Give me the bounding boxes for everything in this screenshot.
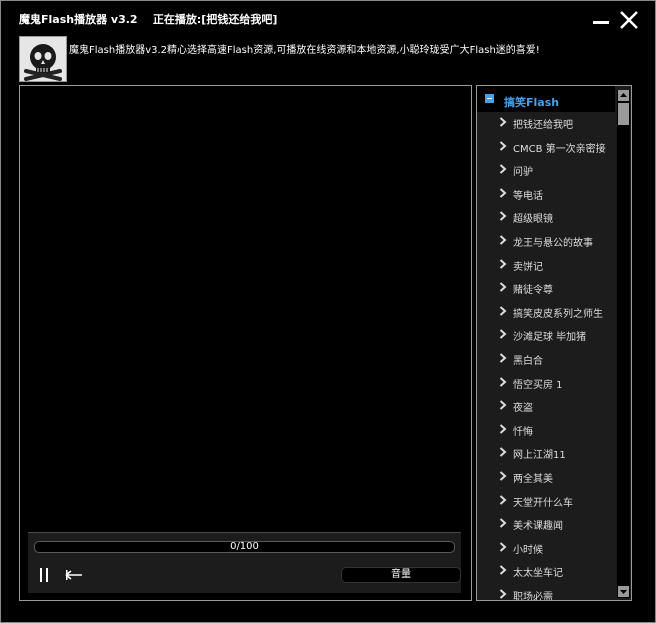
chevron-right-icon (499, 164, 507, 174)
playlist-item-label: 超级眼镜 (513, 214, 553, 226)
playlist-item-label: 黑白合 (513, 356, 543, 367)
chevron-right-icon (499, 306, 507, 316)
playlist-item-label: CMCB 第一次亲密接 (513, 143, 606, 155)
chevron-right-icon (499, 424, 507, 434)
playlist-item[interactable]: 问驴 (483, 159, 615, 181)
chevron-right-icon (499, 282, 507, 292)
progress-text: 0/100 (230, 541, 259, 552)
chevron-right-icon (499, 518, 507, 528)
playlist-item-label: 问驴 (513, 167, 533, 179)
playlist-item-label: 龙王与悬公的故事 (513, 238, 593, 249)
playlist-category-label: 搞笑Flash (504, 96, 560, 109)
flash-player-area[interactable]: 0/100 音量 (19, 85, 472, 601)
playlist-item-label: 卖饼记 (513, 261, 543, 273)
scroll-up-icon (620, 93, 627, 97)
playlist-item[interactable]: CMCB 第一次亲密接 (483, 136, 615, 158)
playlist-item-label: 搞笑皮皮系列之师生 (513, 308, 603, 320)
window-title: 魔鬼Flash播放器 v3.2 正在播放:[把钱还给我吧] (19, 13, 278, 26)
chevron-right-icon (499, 494, 507, 505)
playlist-item[interactable]: 龙王与悬公的故事 (483, 230, 615, 252)
pause-icon (40, 568, 48, 582)
playlist-item[interactable]: 夜盗 (483, 395, 615, 417)
chevron-right-icon (499, 565, 507, 576)
player-window: 魔鬼Flash播放器 v3.2 正在播放:[把钱还给我吧] 魔鬼Flash播放器… (0, 0, 656, 623)
playlist-item[interactable]: 把钱还给我吧 (483, 112, 615, 134)
playlist-item-label: 悟空买房 1 (513, 379, 563, 391)
chevron-right-icon (499, 329, 507, 340)
pause-button[interactable] (37, 567, 53, 583)
playlist-item[interactable]: 沙滩足球 毕加猪 (483, 324, 615, 346)
chevron-right-icon (499, 400, 507, 410)
chevron-right-icon (499, 589, 507, 599)
minimize-button[interactable] (591, 9, 613, 31)
title-bar[interactable]: 魔鬼Flash播放器 v3.2 正在播放:[把钱还给我吧] (1, 1, 655, 35)
minimize-icon (593, 21, 609, 24)
player-controls: 0/100 音量 (28, 532, 461, 593)
playlist-item-label: 小时候 (513, 544, 543, 556)
chevron-right-icon (499, 376, 507, 387)
chevron-right-icon (499, 140, 507, 151)
playlist-item-label: 网上江湖11 (513, 450, 566, 462)
playlist-item[interactable]: 美术课趣闻 (483, 513, 615, 535)
chevron-right-icon (499, 235, 507, 245)
playlist-item[interactable]: 黑白合 (483, 348, 615, 370)
playlist-item-label: 把钱还给我吧 (513, 120, 573, 131)
close-icon (620, 11, 638, 29)
playlist-item-label: 职场必需 (513, 592, 553, 600)
playlist-item[interactable]: 网上江湖11 (483, 442, 615, 464)
chevron-right-icon (499, 117, 507, 127)
playlist-item[interactable]: 超级眼镜 (483, 206, 615, 228)
chevron-right-icon (499, 471, 507, 481)
playlist-item-label: 太太坐车记 (513, 568, 563, 580)
playlist-item-label: 赌徒令尊 (513, 285, 553, 297)
chevron-right-icon (499, 542, 507, 552)
scroll-thumb[interactable] (618, 103, 629, 125)
scroll-up-button[interactable] (618, 90, 629, 101)
arrow-left-icon (65, 570, 82, 580)
playlist-list: 把钱还给我吧 CMCB 第一次亲密接 问驴等电话超级眼镜龙王与悬公的故事 卖饼记赌徒令… (483, 112, 617, 600)
close-button[interactable] (618, 9, 640, 31)
playlist-item[interactable]: 小时候 (483, 537, 615, 559)
playlist-item[interactable]: 忏悔 (483, 419, 615, 441)
skull-logo-icon (20, 37, 66, 81)
playlist-item[interactable]: 太太坐车记 (483, 560, 615, 582)
playlist-item-label: 天堂开什么车 (513, 497, 573, 509)
playlist-item-label: 等电话 (513, 190, 543, 202)
playlist-category-header[interactable]: 搞笑Flash (477, 86, 615, 112)
progress-bar[interactable]: 0/100 (34, 541, 455, 553)
chevron-right-icon (499, 211, 507, 222)
playlist-item[interactable]: 赌徒令尊 (483, 277, 615, 299)
playlist-item[interactable]: 等电话 (483, 183, 615, 205)
chevron-right-icon (499, 258, 507, 269)
playlist-item-label: 两全其美 (513, 474, 553, 485)
playlist-item-label: 忏悔 (513, 426, 533, 438)
back-button[interactable] (65, 569, 85, 581)
app-logo (19, 36, 67, 82)
playlist-item[interactable]: 卖饼记 (483, 254, 615, 276)
playlist-item[interactable]: 搞笑皮皮系列之师生 (483, 301, 615, 323)
scroll-down-button[interactable] (618, 586, 629, 597)
playlist-item[interactable]: 职场必需 (483, 584, 615, 600)
playlist-scrollbar[interactable] (617, 90, 630, 598)
chevron-right-icon (499, 188, 507, 198)
chevron-right-icon (499, 447, 507, 458)
playlist-item[interactable]: 天堂开什么车 (483, 490, 615, 512)
app-description: 魔鬼Flash播放器v3.2精心选择高速Flash资源,可播放在线资源和本地资源… (69, 45, 540, 56)
playlist-item[interactable]: 两全其美 (483, 466, 615, 488)
collapse-icon (485, 94, 494, 103)
scroll-down-icon (620, 590, 627, 594)
chevron-right-icon (499, 353, 507, 363)
playlist-item[interactable]: 悟空买房 1 (483, 372, 615, 394)
playlist-item-label: 夜盗 (513, 403, 533, 415)
volume-control[interactable]: 音量 (341, 567, 461, 583)
playlist-item-label: 美术课趣闻 (513, 521, 563, 533)
playlist-item-label: 沙滩足球 毕加猪 (513, 332, 587, 344)
playlist-panel: 搞笑Flash 把钱还给我吧 CMCB 第一次亲密接 问驴等电话超级眼镜龙王与悬公的… (476, 85, 632, 601)
